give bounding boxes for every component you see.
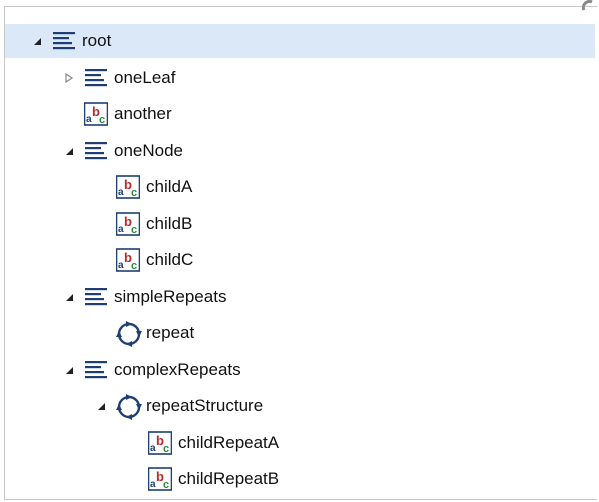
tree-node-repeat[interactable]: repeat — [94, 316, 194, 350]
tree-node-label: simpleRepeats — [114, 287, 227, 306]
structure-icon — [84, 285, 108, 309]
tree-node-label: oneLeaf — [114, 68, 176, 87]
string-field-icon: a b c — [115, 175, 141, 199]
structure-icon — [84, 358, 108, 382]
tree-node-another[interactable]: a b c another — [62, 97, 172, 131]
repeat-icon — [116, 394, 142, 420]
svg-text:c: c — [131, 187, 137, 199]
svg-text:c: c — [163, 479, 169, 491]
tree-node-childRepeatA[interactable]: a b c childRepeatA — [126, 426, 279, 460]
tree-node-root[interactable]: root — [5, 24, 595, 58]
structure-icon — [84, 66, 108, 90]
expanded-arrow-icon[interactable] — [62, 363, 76, 377]
tree-node-repeatStructure[interactable]: repeatStructure — [94, 389, 263, 423]
structure-icon — [52, 29, 76, 53]
tree-node-label: childA — [146, 177, 193, 196]
tree-node-oneNode[interactable]: oneNode — [62, 134, 183, 168]
string-field-icon: a b c — [147, 467, 173, 491]
tree-node-label: repeat — [146, 323, 195, 342]
tree-node-oneLeaf[interactable]: oneLeaf — [62, 61, 175, 95]
panel-corner-icon — [582, 0, 593, 11]
string-field-icon: a b c — [115, 212, 141, 236]
svg-text:c: c — [131, 224, 137, 236]
tree-node-simpleRepeats[interactable]: simpleRepeats — [62, 280, 226, 314]
tree-node-label: root — [82, 31, 112, 50]
tree-node-complexRepeats[interactable]: complexRepeats — [62, 353, 241, 387]
expanded-arrow-icon[interactable] — [94, 399, 108, 413]
tree-node-childRepeatB[interactable]: a b c childRepeatB — [126, 462, 279, 496]
structure-icon — [84, 139, 108, 163]
collapsed-arrow-icon[interactable] — [62, 71, 76, 85]
tree-node-label: complexRepeats — [114, 360, 241, 379]
svg-text:c: c — [99, 114, 105, 126]
tree-node-childB[interactable]: a b c childB — [94, 207, 192, 241]
svg-text:c: c — [163, 443, 169, 455]
tree-node-label: childB — [146, 214, 193, 233]
tree-node-childC[interactable]: a b c childC — [94, 243, 193, 277]
tree-node-childA[interactable]: a b c childA — [94, 170, 192, 204]
expanded-arrow-icon[interactable] — [62, 144, 76, 158]
tree-node-label: another — [114, 104, 172, 123]
expanded-arrow-icon[interactable] — [62, 290, 76, 304]
tree-node-label: childRepeatA — [178, 433, 280, 452]
repeat-icon — [116, 321, 142, 347]
string-field-icon: a b c — [83, 102, 109, 126]
tree-node-label: oneNode — [114, 141, 184, 160]
string-field-icon: a b c — [115, 248, 141, 272]
string-field-icon: a b c — [147, 431, 173, 455]
tree-node-label: childRepeatB — [178, 469, 280, 488]
tree-node-label: childC — [146, 250, 194, 269]
tree-node-label: repeatStructure — [146, 396, 264, 415]
expanded-arrow-icon[interactable] — [30, 34, 44, 48]
svg-text:c: c — [131, 260, 137, 272]
